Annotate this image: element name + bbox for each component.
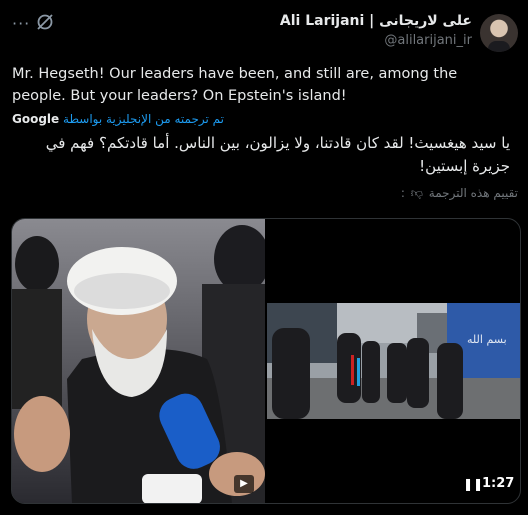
rate-translation-label: تقييم هذه الترجمة [428,186,518,200]
rate-translation[interactable]: تقييم هذه الترجمة 👎︎ : [401,186,518,201]
avatar[interactable] [480,14,518,52]
rate-translation-suffix: : [400,186,405,200]
pause-icon[interactable]: ❚❚ [463,477,483,491]
translation-attribution[interactable]: تم ترجمته من الإنجليزية بواسطة Google [12,112,224,126]
more-options-button[interactable]: ··· [12,14,30,33]
svg-text:بسم الله: بسم الله [467,333,507,346]
video-frame-right-image: بسم الله [267,303,520,419]
grok-icon[interactable] [35,12,55,32]
video-player[interactable]: ▶ بسم الله ❚❚ 1:27 [11,218,521,504]
user-handle[interactable]: @alilarijani_ir [384,33,472,48]
play-icon[interactable]: ▶ [234,475,254,493]
video-frame-left-image [12,219,265,503]
video-timecode: 1:27 [482,476,515,491]
display-name[interactable]: Ali Larijani | علی لاریجانی [280,13,472,29]
translated-text: يا سيد هيغسيث! لقد كان قادتنا، ولا يزالو… [45,134,510,175]
google-label: Google [12,112,60,126]
video-frame-right: بسم الله [267,303,520,419]
post-text: Mr. Hegseth! Our leaders have been, and … [12,66,458,104]
thumbs-down-icon[interactable]: 👎︎ [411,186,423,200]
translated-by-label: تم ترجمته من الإنجليزية بواسطة [63,112,224,126]
video-frame-left: ▶ [12,219,265,503]
